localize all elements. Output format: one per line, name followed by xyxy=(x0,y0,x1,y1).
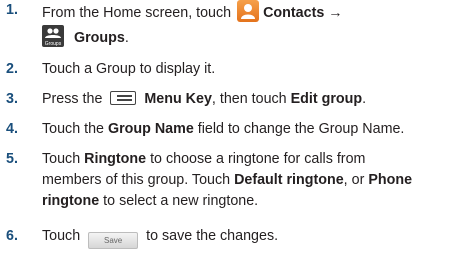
step-number: 2. xyxy=(6,61,18,77)
ringtone-label: Ringtone xyxy=(84,151,147,167)
contacts-label: Contacts → xyxy=(263,5,343,21)
menu-key-icon xyxy=(110,91,137,105)
group-name-label: Group Name xyxy=(107,121,194,137)
phone-ringtone-label: ringtone xyxy=(42,193,100,209)
step-text: Touch Ringtone to choose a ringtone for … xyxy=(42,151,366,167)
svg-text:Groups: Groups xyxy=(45,41,62,47)
step-number: 4. xyxy=(6,121,18,137)
instruction-list: 1. From the Home screen, touch Contacts … xyxy=(0,0,456,255)
contacts-icon xyxy=(237,0,260,22)
step-text: From the Home screen, touch Contacts → xyxy=(42,0,452,23)
save-button-image: Save xyxy=(88,232,139,249)
groups-label: Groups xyxy=(74,30,125,46)
default-ringtone-label: Default ringtone xyxy=(234,172,344,188)
step-number: 1. xyxy=(6,2,18,18)
step-text: Touch a Group to display it. xyxy=(42,61,216,77)
step-text: Touch Save to save the changes. xyxy=(42,226,452,249)
groups-icon: Groups xyxy=(42,25,64,47)
step-number: 6. xyxy=(6,228,18,244)
step-number: 5. xyxy=(6,151,18,167)
step-text: Press the Menu Key, then touch Edit grou… xyxy=(42,91,367,107)
edit-group-label: Edit group xyxy=(290,91,363,107)
phone-label: Phone xyxy=(368,172,413,188)
step-text: Touch the Group Name field to change the… xyxy=(42,121,405,137)
step-number: 3. xyxy=(6,91,18,107)
menu-key-label: Menu Key xyxy=(144,91,212,107)
